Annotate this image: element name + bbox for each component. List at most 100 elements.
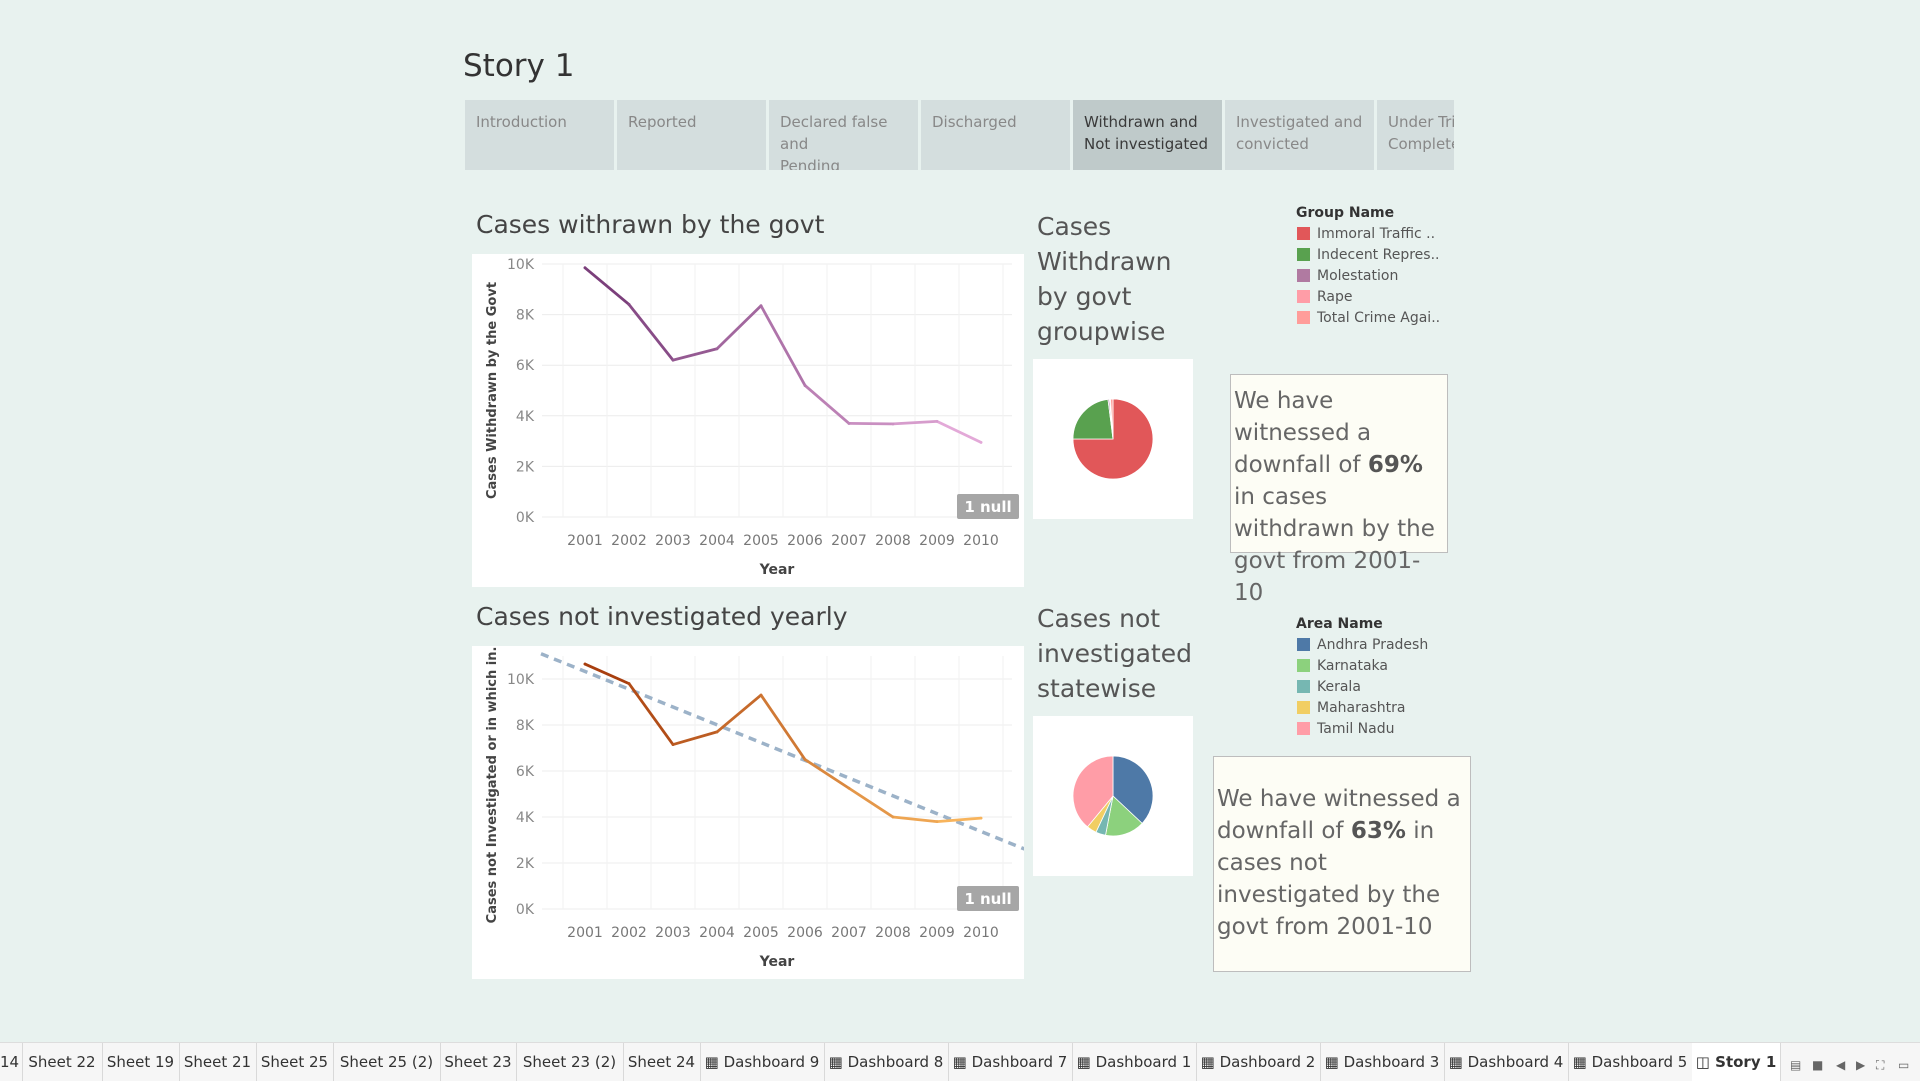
y-tick-label: 6K	[516, 764, 535, 780]
x-tick-label: 2004	[699, 925, 735, 941]
legend-item[interactable]: Rape	[1297, 289, 1353, 305]
x-tick-label: 2007	[831, 533, 867, 549]
legend-item[interactable]: Maharashtra	[1297, 700, 1405, 716]
sheet-tab-bar: 14 Sheet 22 Sheet 19 Sheet 21 Sheet 25 S…	[0, 1042, 1920, 1081]
legend-item[interactable]: Immoral Traffic ..	[1297, 226, 1435, 242]
data-point	[671, 743, 675, 746]
x-tick-label: 2008	[875, 533, 911, 549]
sheet-tab[interactable]: 14	[0, 1043, 23, 1081]
dashboard-tab[interactable]: ▦ Dashboard 8	[824, 1043, 949, 1081]
data-point	[627, 682, 631, 685]
sheet-tab[interactable]: Sheet 22	[22, 1043, 103, 1081]
story-point-declared-false[interactable]: Declared false and Pending	[769, 100, 918, 170]
scroll-right-icon[interactable]: ▶	[1856, 1058, 1865, 1072]
chart2-panel[interactable]: 0K 2K 4K 6K 8K 10K 2001 2002 2003 2004 2005 2006 200…	[472, 642, 1026, 979]
legend-item[interactable]: Andhra Pradesh	[1297, 637, 1428, 653]
show-sheet-sorter-icon[interactable]: ▤	[1790, 1058, 1801, 1072]
story-point-under-trial[interactable]: Under TrialComplete	[1377, 100, 1454, 170]
y-tick-label: 2K	[516, 459, 535, 475]
story-tab[interactable]: ◫ Story 1	[1692, 1043, 1781, 1081]
dashboard-tab[interactable]: ▦ Dashboard 1	[1072, 1043, 1197, 1081]
legend-swatch	[1297, 269, 1310, 282]
null-indicator-label: 1 null	[964, 498, 1011, 516]
legend-swatch	[1297, 659, 1310, 672]
dashboard-tab[interactable]: ▦ Dashboard 3	[1320, 1043, 1445, 1081]
y-axis-label: Cases not Investigated or in which in..	[485, 646, 500, 923]
data-point	[583, 266, 587, 270]
dashboard-icon: ▦	[828, 1053, 848, 1071]
data-point	[803, 384, 807, 387]
legend-item[interactable]: Indecent Repres..	[1297, 247, 1439, 263]
x-tick-label: 2009	[919, 533, 955, 549]
pie2-legend-title: Area Name	[1296, 616, 1383, 632]
null-indicator[interactable]: 1 null	[957, 494, 1019, 519]
data-point	[759, 693, 763, 697]
show-filmstrip-icon[interactable]: ■	[1812, 1058, 1823, 1072]
dashboard-tab[interactable]: ▦ Dashboard 9	[700, 1043, 825, 1081]
sheet-tab[interactable]: Sheet 23 (2)	[516, 1043, 624, 1081]
pie2-panel[interactable]	[1033, 716, 1193, 876]
dashboard-icon: ▦	[704, 1053, 724, 1071]
y-tick-label: 0K	[516, 902, 535, 918]
null-indicator-label: 1 null	[964, 890, 1011, 908]
sheet-tab[interactable]: Sheet 23	[440, 1043, 517, 1081]
x-tick-label: 2006	[787, 925, 823, 941]
gridlines	[542, 263, 1012, 518]
x-tick-label: 2007	[831, 925, 867, 941]
x-tick-label: 2005	[743, 533, 779, 549]
data-point	[627, 303, 631, 306]
story-point-introduction[interactable]: Introduction	[465, 100, 614, 170]
dashboard-tab[interactable]: ▦ Dashboard 4	[1444, 1043, 1569, 1081]
legend-item[interactable]: Karnataka	[1297, 658, 1388, 674]
line-segment	[847, 421, 895, 426]
story-point-investigated[interactable]: Investigated and convicted	[1225, 100, 1374, 170]
x-axis-label: Year	[759, 954, 795, 970]
legend-swatch	[1297, 290, 1310, 303]
fullscreen-icon[interactable]: ⛶	[1876, 1058, 1884, 1073]
data-point	[935, 419, 939, 423]
pie1-legend-title: Group Name	[1296, 205, 1395, 221]
sheet-tab[interactable]: Sheet 25	[256, 1043, 334, 1081]
dashboard-icon: ▦	[1076, 1053, 1096, 1071]
pie1-legend: Immoral Traffic .. Indecent Repres.. Mol…	[1297, 226, 1457, 336]
legend-item[interactable]: Molestation	[1297, 268, 1398, 284]
sheet-tab[interactable]: Sheet 25 (2)	[333, 1043, 441, 1081]
story-point-withdrawn[interactable]: Withdrawn and Not investigated	[1073, 100, 1222, 170]
dashboard-icon: ▦	[1324, 1053, 1344, 1071]
dashboard-tab[interactable]: ▦ Dashboard 7	[948, 1043, 1073, 1081]
y-tick-label: 2K	[516, 856, 535, 872]
x-tick-label: 2005	[743, 925, 779, 941]
data-point	[891, 815, 895, 819]
dashboard-tab[interactable]: ▦ Dashboard 5	[1568, 1043, 1693, 1081]
line-segment	[891, 419, 939, 426]
y-tick-label: 8K	[516, 308, 535, 324]
scroll-left-icon[interactable]: ◀	[1836, 1058, 1845, 1072]
x-tick-label: 2003	[655, 925, 691, 941]
y-tick-label: 4K	[516, 810, 535, 826]
y-tick-label: 6K	[516, 358, 535, 374]
gridlines	[542, 656, 1012, 910]
story-point-reported[interactable]: Reported	[617, 100, 766, 170]
chart1-panel[interactable]: 0K 2K 4K 6K 8K 10K 2001 2002 2003 2004 2005 2006 200…	[472, 254, 1024, 587]
legend-item[interactable]: Total Crime Agai..	[1297, 310, 1440, 326]
story-point-discharged[interactable]: Discharged	[921, 100, 1070, 170]
chart1-svg: 0K 2K 4K 6K 8K 10K 2001 2002 2003 2004 2005 2006 200…	[485, 257, 1019, 578]
legend-item[interactable]: Kerala	[1297, 679, 1361, 695]
data-point	[891, 422, 895, 426]
sheet-tab[interactable]: Sheet 19	[102, 1043, 180, 1081]
presentation-icon[interactable]: ▭	[1898, 1058, 1909, 1072]
data-point	[759, 304, 763, 308]
dashboard-tab[interactable]: ▦ Dashboard 2	[1196, 1043, 1321, 1081]
pie1-panel[interactable]	[1033, 359, 1193, 519]
null-indicator[interactable]: 1 null	[957, 886, 1019, 911]
sheet-tab[interactable]: Sheet 21	[179, 1043, 257, 1081]
data-point	[671, 358, 675, 362]
y-tick-label: 4K	[516, 409, 535, 425]
dashboard-icon: ▦	[952, 1053, 972, 1071]
x-tick-label: 2001	[567, 925, 603, 941]
x-tick-label: 2009	[919, 925, 955, 941]
x-tick-label: 2002	[611, 925, 647, 941]
legend-item[interactable]: Tamil Nadu	[1297, 721, 1395, 737]
sheet-tab[interactable]: Sheet 24	[623, 1043, 701, 1081]
data-point	[847, 421, 851, 425]
